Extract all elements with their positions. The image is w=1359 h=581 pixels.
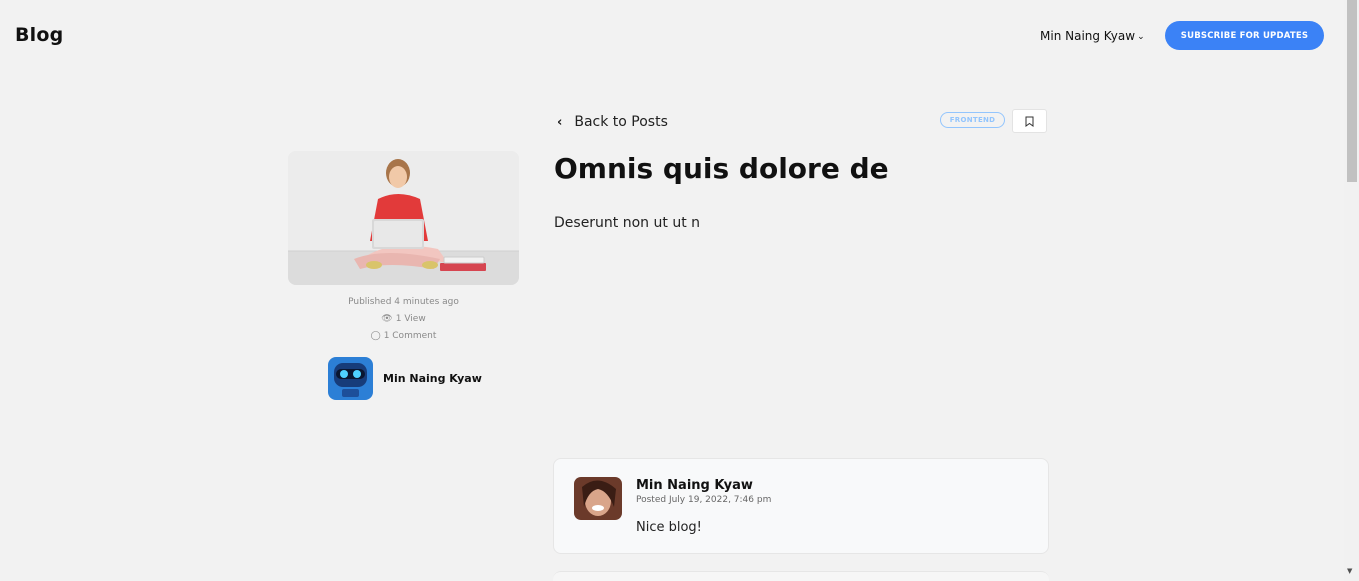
bookmark-button[interactable] [1012,109,1047,133]
comments-count: ◯ 1 Comment [288,331,519,341]
comments-label: 1 Comment [383,331,437,341]
hero-illustration [288,151,519,285]
chevron-down-icon: ⌄ [1137,31,1145,42]
published-time: Published 4 minutes ago [348,297,459,307]
post-body: Deserunt non ut ut n [554,215,701,231]
author-avatar [328,357,373,400]
views-label: 1 View [395,314,426,324]
comment-card: Min Naing Kyaw Posted July 19, 2022, 7:4… [553,458,1049,554]
back-to-posts-label: Back to Posts [574,114,668,130]
comment-date: Posted July 19, 2022, 7:46 pm [636,495,772,505]
chevron-left-icon: ‹ [557,114,563,130]
next-comment-card-edge [553,571,1049,581]
views-count: 👁 1 View [288,314,519,324]
author-name: Min Naing Kyaw [383,372,482,385]
page-scrollbar[interactable]: ▼ [1344,0,1359,581]
commenter-avatar [574,477,622,520]
comment-bubble-icon: ◯ [370,331,381,341]
subscribe-button[interactable]: SUBSCRIBE FOR UPDATES [1165,21,1324,50]
post-title: Omnis quis dolore de [554,152,889,185]
back-to-posts-link[interactable]: ‹ Back to Posts [557,114,668,130]
post-author[interactable]: Min Naing Kyaw [328,357,482,400]
scrollbar-thumb[interactable] [1347,0,1357,182]
user-menu-name: Min Naing Kyaw [1040,29,1136,43]
category-tag[interactable]: FRONTEND [940,112,1005,128]
eye-icon: 👁 [381,314,393,324]
comment-text: Nice blog! [636,520,702,535]
bookmark-icon [1025,116,1034,127]
blog-logo[interactable]: Blog [15,24,63,46]
comment-author: Min Naing Kyaw [636,478,753,493]
post-hero-image [288,151,519,285]
scroll-down-arrow-icon[interactable]: ▼ [1347,567,1352,575]
user-menu[interactable]: Min Naing Kyaw ⌄ [1040,29,1145,43]
